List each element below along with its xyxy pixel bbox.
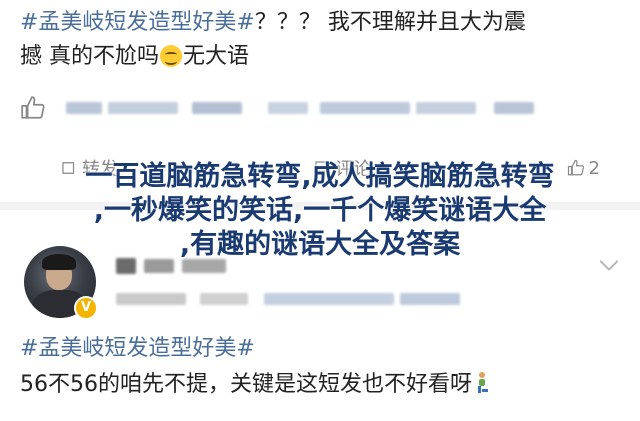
blurred-username — [320, 102, 410, 114]
weibo-feed-screenshot: #孟美岐短发造型好美#？？？ 我不理解并且大为震 撼 真的不尬吗 无大语 转发 评… — [0, 0, 640, 421]
post-text-line2: 撼 真的不尬吗 — [20, 44, 159, 69]
blurred-username — [108, 102, 178, 114]
blurred-text — [200, 293, 248, 305]
blurred-text — [400, 293, 460, 305]
post-text-content: 56不56的咱先不提，关键是这短发也不好看呀 — [20, 372, 472, 397]
grinning-sweat-emoji-icon — [160, 45, 182, 67]
blurred-username — [494, 102, 534, 114]
post-text-line1: ？？？ 我不理解并且大为震 — [254, 10, 526, 35]
overlay-title-line-3: ,有趣的谜语大全及答案 — [179, 229, 461, 260]
blurred-text — [116, 293, 186, 305]
thumbs-up-icon[interactable] — [20, 95, 46, 121]
blurred-text — [264, 293, 394, 305]
person-kneeling-icon — [478, 372, 488, 393]
verified-badge-icon: V — [74, 296, 98, 320]
post-text: 56不56的咱先不提，关键是这短发也不好看呀 — [20, 370, 490, 400]
blurred-username — [66, 102, 102, 114]
post-hashtag-link[interactable]: #孟美岐短发造型好美# — [20, 334, 255, 364]
overlay-title-line-2: ,一秒爆笑的笑话,一千个爆笑谜语大全 — [93, 195, 547, 226]
blurred-username — [192, 102, 242, 114]
post-body: #孟美岐短发造型好美#？？？ 我不理解并且大为震 撼 真的不尬吗 无大语 — [20, 6, 620, 74]
post-text-line2-tail: 无大语 — [183, 44, 250, 69]
overlay-title-line-1: 一百道脑筋急转弯,成人搞笑脑筋急转弯 — [85, 161, 555, 192]
blurred-username — [416, 102, 476, 114]
liked-by-row — [20, 94, 534, 122]
overlay-article-title[interactable]: 一百道脑筋急转弯,成人搞笑脑筋急转弯 ,一秒爆笑的笑话,一千个爆笑谜语大全 ,有… — [0, 160, 640, 262]
blurred-post-meta — [116, 293, 460, 305]
post-hashtag-link[interactable]: #孟美岐短发造型好美# — [20, 10, 255, 35]
blurred-username — [268, 102, 308, 114]
post-line-2: 撼 真的不尬吗 无大语 — [20, 40, 620, 74]
post-line-1: #孟美岐短发造型好美#？？？ 我不理解并且大为震 — [20, 6, 620, 40]
